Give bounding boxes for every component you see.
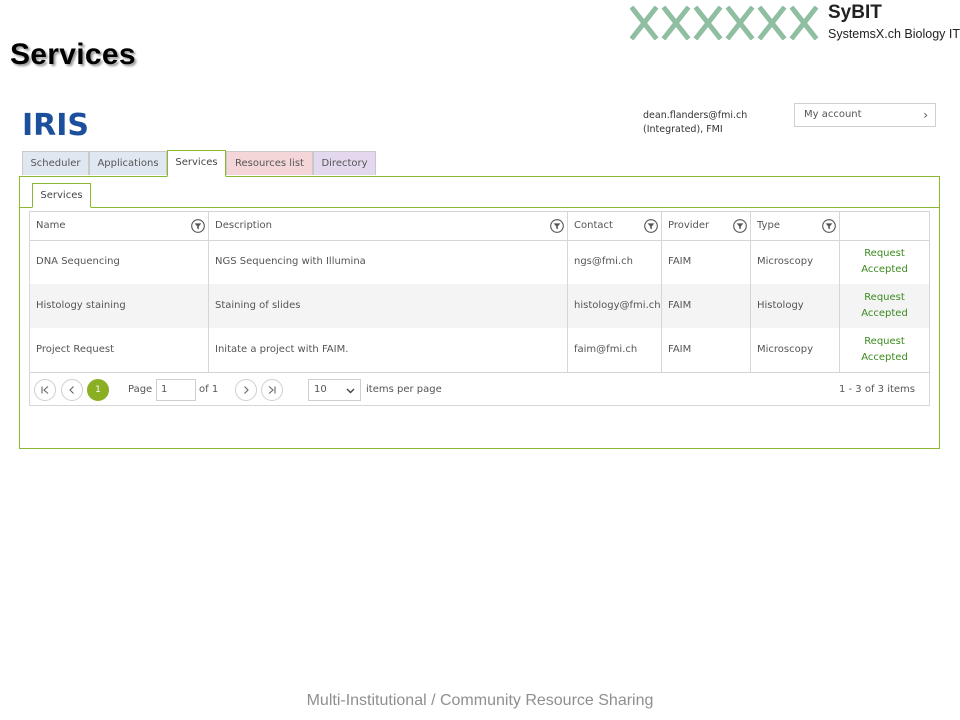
chevron-left-icon <box>69 386 74 394</box>
subtab-services[interactable]: Services <box>32 183 91 208</box>
cell-description: Initate a project with FAIM. <box>209 328 568 372</box>
status-line: Request <box>864 336 905 347</box>
footer-caption: Multi-Institutional / Community Resource… <box>306 692 654 709</box>
column-header-label: Type <box>757 220 780 231</box>
next-page-button[interactable] <box>235 379 257 401</box>
column-header-description[interactable]: Description <box>209 212 568 240</box>
cell-provider: FAIM <box>662 240 751 284</box>
page-total: of 1 <box>199 384 219 395</box>
filter-icon[interactable] <box>733 219 747 233</box>
table-row[interactable]: Project Request Initate a project with F… <box>30 328 929 372</box>
column-header-label: Description <box>215 220 272 231</box>
items-per-page-label: items per page <box>366 384 442 395</box>
tab-scheduler[interactable]: Scheduler <box>22 151 89 175</box>
status-line: Request <box>864 248 905 259</box>
grid-header: Name Description Contact Provider Type <box>30 212 929 241</box>
tab-services[interactable]: Services <box>167 150 226 177</box>
cell-contact: histology@fmi.ch <box>568 284 662 328</box>
cell-type: Histology <box>751 284 840 328</box>
items-per-page-value: 10 <box>314 384 327 395</box>
status-line: Request <box>864 292 905 303</box>
prev-page-button[interactable] <box>61 379 83 401</box>
cell-provider: FAIM <box>662 328 751 372</box>
column-header-label: Name <box>36 220 66 231</box>
first-page-icon <box>41 386 49 394</box>
page-1-button[interactable]: 1 <box>87 379 109 401</box>
services-grid: Name Description Contact Provider Type D… <box>29 211 930 406</box>
pager: 1 Page 1 of 1 10 items per page 1 - 3 of… <box>30 372 929 407</box>
column-header-provider[interactable]: Provider <box>662 212 751 240</box>
cell-description: NGS Sequencing with Illumina <box>209 240 568 284</box>
filter-icon[interactable] <box>550 219 564 233</box>
my-account-label: My account <box>804 109 862 120</box>
chevron-right-icon: › <box>923 108 928 122</box>
subtab-divider <box>20 207 939 208</box>
table-row[interactable]: Histology staining Staining of slides hi… <box>30 284 929 328</box>
cell-provider: FAIM <box>662 284 751 328</box>
filter-icon[interactable] <box>644 219 658 233</box>
request-accepted-status[interactable]: Request Accepted <box>840 284 929 328</box>
sybit-logo-icon <box>630 6 819 40</box>
status-line: Accepted <box>861 352 908 363</box>
column-header-contact[interactable]: Contact <box>568 212 662 240</box>
table-row[interactable]: DNA Sequencing NGS Sequencing with Illum… <box>30 240 929 284</box>
cell-contact: faim@fmi.ch <box>568 328 662 372</box>
user-org: (Integrated), FMI <box>643 124 723 135</box>
user-email: dean.flanders@fmi.ch <box>643 110 748 121</box>
chevron-down-icon <box>346 388 355 394</box>
chevron-right-icon <box>244 386 249 394</box>
slide-title: Services <box>10 38 136 71</box>
sybit-name: SyBIT <box>828 2 882 23</box>
cell-name: Histology staining <box>30 284 209 328</box>
tab-applications[interactable]: Applications <box>89 151 167 175</box>
cell-name: DNA Sequencing <box>30 240 209 284</box>
filter-icon[interactable] <box>191 219 205 233</box>
request-accepted-status[interactable]: Request Accepted <box>840 240 929 284</box>
column-header-label: Provider <box>668 220 710 231</box>
iris-logo: IRIS <box>22 108 88 138</box>
cell-contact: ngs@fmi.ch <box>568 240 662 284</box>
column-header-type[interactable]: Type <box>751 212 840 240</box>
column-header-label: Contact <box>574 220 613 231</box>
last-page-icon <box>268 386 276 394</box>
request-accepted-status[interactable]: Request Accepted <box>840 328 929 372</box>
cell-type: Microscopy <box>751 328 840 372</box>
last-page-button[interactable] <box>261 379 283 401</box>
first-page-button[interactable] <box>34 379 56 401</box>
status-line: Accepted <box>861 308 908 319</box>
pager-summary: 1 - 3 of 3 items <box>838 384 915 395</box>
iris-logo-text: IRIS <box>22 108 88 138</box>
cell-description: Staining of slides <box>209 284 568 328</box>
cell-type: Microscopy <box>751 240 840 284</box>
tab-directory[interactable]: Directory <box>313 151 376 175</box>
page-label: Page <box>128 384 153 395</box>
tab-resources-list[interactable]: Resources list <box>226 151 313 175</box>
my-account-button[interactable]: My account › <box>794 103 936 127</box>
page-number-input[interactable]: 1 <box>156 379 196 401</box>
column-header-name[interactable]: Name <box>30 212 209 240</box>
cell-name: Project Request <box>30 328 209 372</box>
sybit-subtitle: SystemsX.ch Biology IT <box>828 27 960 41</box>
items-per-page-select[interactable]: 10 <box>308 379 361 401</box>
status-line: Accepted <box>861 264 908 275</box>
filter-icon[interactable] <box>822 219 836 233</box>
